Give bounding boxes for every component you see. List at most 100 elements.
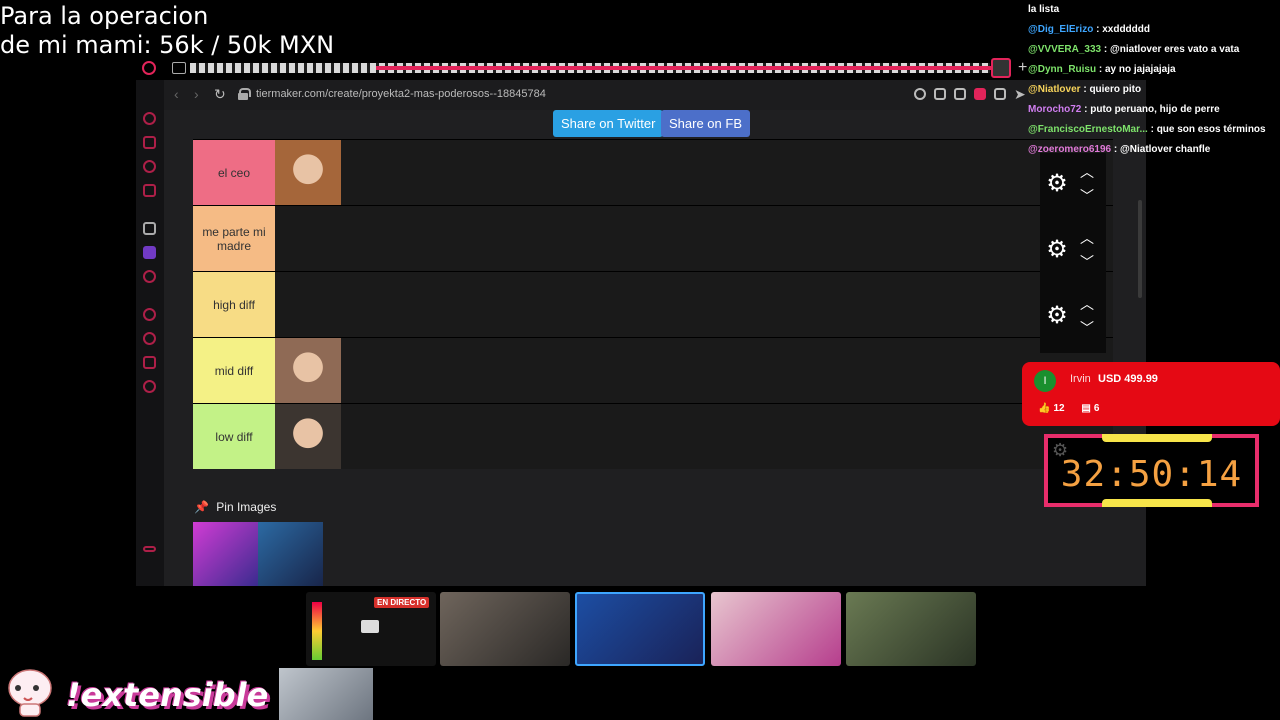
history-icon[interactable] <box>143 332 156 345</box>
tab-strip: + <box>136 56 1146 80</box>
pinned-image-2[interactable] <box>258 522 323 586</box>
new-tab-icon[interactable]: + <box>1018 59 1027 77</box>
messenger-icon[interactable] <box>143 112 156 125</box>
chat-message: Morocho72 : puto peruano, hijo de perre <box>1028 100 1280 120</box>
play-icon[interactable] <box>143 308 156 321</box>
lock-icon <box>238 88 251 100</box>
comment-icon: ▤ <box>1081 403 1091 414</box>
whatsapp-icon[interactable] <box>143 160 156 173</box>
timer-value: 32:50:14 <box>1060 454 1243 495</box>
settings-icon[interactable] <box>143 380 156 393</box>
extensions-icon[interactable] <box>143 356 156 369</box>
chevron-up-icon[interactable]: ︿ <box>1080 165 1094 179</box>
tier-row[interactable]: high diff <box>193 271 1113 337</box>
chat-separator: : <box>1081 104 1091 115</box>
likes-stat: 👍 12 <box>1038 403 1065 414</box>
chat-message: @VVVERA_333 : @niatlover eres vato a vat… <box>1028 40 1280 60</box>
pinned-images[interactable] <box>193 522 323 586</box>
tier-item-image[interactable] <box>275 338 341 403</box>
zoom-icon[interactable] <box>914 88 926 100</box>
browser-logo-icon[interactable] <box>142 61 156 75</box>
thumbnail-cam-2[interactable] <box>575 592 705 666</box>
chat-separator: : <box>1147 124 1157 135</box>
chat-message-partial: la lista <box>1028 4 1060 15</box>
tier-label[interactable]: high diff <box>193 272 275 337</box>
share-fb-button[interactable]: Share on FB <box>661 110 750 137</box>
browser-window: + ‹ › ↻ tiermaker.com/create/proyekta2-m… <box>136 56 1146 586</box>
chat-separator: : <box>1101 44 1111 55</box>
scrollbar[interactable] <box>1138 200 1142 298</box>
player-icon[interactable] <box>143 184 156 197</box>
gear-icon[interactable]: ⚙ <box>1044 237 1070 263</box>
thumbnail-cam-1[interactable] <box>440 592 570 666</box>
chat-text: puto peruano, hijo de perre <box>1090 104 1220 115</box>
tab-list-icon[interactable] <box>172 62 186 74</box>
thumbnail-cam-3[interactable] <box>711 592 841 666</box>
chat-overlay: la lista @Dig_ElErizo : xxdddddd @VVVERA_… <box>1028 0 1280 160</box>
gear-icon[interactable]: ⚙ <box>1044 303 1070 329</box>
send-icon[interactable]: ➤ <box>1014 86 1026 103</box>
tier-item-image[interactable] <box>275 404 341 469</box>
chat-username: @Dynn_Ruisu <box>1028 64 1097 75</box>
pin-icon[interactable] <box>934 88 946 100</box>
share-twitter-button[interactable]: Share on Twitter <box>553 110 664 137</box>
chat-text: quiero pito <box>1089 84 1142 95</box>
pin-images-toggle[interactable]: 📌 Pin Images <box>194 500 276 514</box>
chat-text: xxdddddd <box>1102 24 1150 35</box>
widget-controls: ⚙ ︿ ﹀ ⚙ ︿ ﹀ ⚙ ︿ ﹀ <box>1040 153 1106 353</box>
tier-label[interactable]: low diff <box>193 404 275 469</box>
comments-stat: ▤ 6 <box>1081 403 1099 414</box>
aria-icon[interactable] <box>143 222 156 235</box>
comments-count: 6 <box>1093 403 1100 414</box>
tier-row[interactable]: me parte mi madre <box>193 205 1113 271</box>
back-icon[interactable]: ‹ <box>174 86 179 102</box>
tab-active[interactable] <box>991 58 1011 78</box>
forward-icon[interactable]: › <box>194 86 199 102</box>
chat-text: @Niatlover chanfle <box>1120 144 1211 155</box>
chat-separator: : <box>1096 64 1105 75</box>
channel-logo: !extensible <box>66 676 269 714</box>
live-badge: EN DIRECTO <box>374 597 430 608</box>
chat-message: @Dig_ElErizo : xxdddddd <box>1028 20 1280 40</box>
tiermaker-page: Share on Twitter Share on FB el ceo me pa… <box>164 110 1146 586</box>
tier-label[interactable]: el ceo <box>193 140 275 205</box>
donation-card: I Irvin USD 499.99 👍 12 ▤ 6 <box>1022 362 1280 426</box>
thumbnail-cam-4[interactable] <box>846 592 976 666</box>
timer-bar-bottom <box>1102 499 1212 507</box>
likes-count: 12 <box>1053 403 1065 414</box>
address-bar[interactable]: tiermaker.com/create/proyekta2-mas-poder… <box>256 88 546 100</box>
wallet-icon[interactable] <box>994 88 1006 100</box>
tier-label[interactable]: mid diff <box>193 338 275 403</box>
chevron-down-icon[interactable]: ﹀ <box>1080 189 1094 203</box>
snapshot-icon[interactable] <box>954 88 966 100</box>
tier-item-image[interactable] <box>275 140 341 205</box>
goal-line-1: Para la operacion <box>0 2 209 30</box>
sidebar-more-icon[interactable] <box>143 546 156 552</box>
chat-list: @Dig_ElErizo : xxdddddd @VVVERA_333 : @ni… <box>1028 20 1280 160</box>
tier-label[interactable]: me parte mi madre <box>193 206 275 271</box>
tier-row[interactable]: mid diff <box>193 337 1113 403</box>
gear-icon[interactable]: ⚙ <box>1044 171 1070 197</box>
chevron-up-icon[interactable]: ︿ <box>1080 297 1094 311</box>
chat-text: @niatlover eres vato a vata <box>1110 44 1240 55</box>
adblock-icon[interactable] <box>974 88 986 100</box>
reload-icon[interactable]: ↻ <box>214 86 226 103</box>
chat-separator: : <box>1093 24 1103 35</box>
pinned-image-1[interactable] <box>193 522 258 586</box>
bag-icon[interactable] <box>143 136 156 149</box>
chevron-down-icon[interactable]: ﹀ <box>1080 255 1094 269</box>
chat-separator: : <box>1111 144 1121 155</box>
chat-username: @FranciscoErnestoMar... <box>1028 124 1148 135</box>
chat-message: @Niatlover : quiero pito <box>1028 80 1280 100</box>
tier-row[interactable]: low diff <box>193 403 1113 469</box>
thumbs-up-icon: 👍 <box>1038 403 1051 414</box>
donation-amount: USD 499.99 <box>1098 373 1158 385</box>
chevron-down-icon[interactable]: ﹀ <box>1080 321 1094 335</box>
vpn-icon[interactable] <box>143 270 156 283</box>
tier-row[interactable]: el ceo <box>193 139 1113 205</box>
twitch-icon[interactable] <box>143 246 156 259</box>
browser-sidebar <box>136 80 164 586</box>
monitor-icon <box>361 620 379 633</box>
browser-toolbar: ‹ › ↻ tiermaker.com/create/proyekta2-mas… <box>164 80 1146 110</box>
chevron-up-icon[interactable]: ︿ <box>1080 231 1094 245</box>
